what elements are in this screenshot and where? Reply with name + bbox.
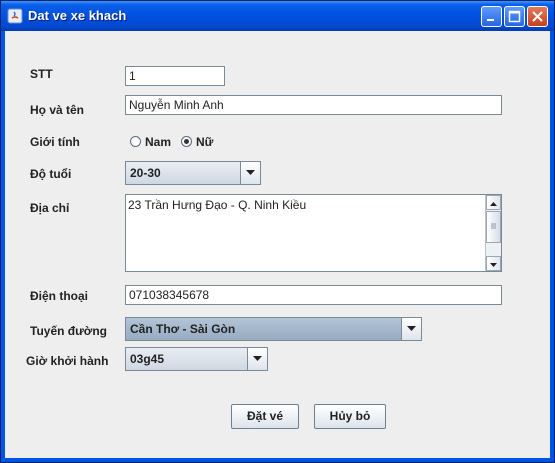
route-selected-value: Cần Thơ - Sài Gòn xyxy=(130,322,236,336)
arrow-down-icon xyxy=(490,263,497,267)
age-label: Độ tuổi xyxy=(30,167,72,181)
close-icon xyxy=(532,11,543,22)
depart-dropdown-button[interactable] xyxy=(247,348,267,370)
window-title: Dat ve xe khach xyxy=(28,8,127,23)
age-dropdown-button[interactable] xyxy=(240,162,260,184)
chevron-down-icon xyxy=(246,170,255,175)
depart-combobox[interactable]: 03g45 xyxy=(125,347,268,371)
chevron-down-icon xyxy=(253,356,262,361)
gender-radio-nam[interactable] xyxy=(130,136,141,147)
grip-icon xyxy=(491,223,496,229)
address-textarea[interactable]: 23 Trần Hưng Đạo - Q. Ninh Kiều xyxy=(125,194,502,272)
maximize-icon xyxy=(508,10,521,23)
stt-field[interactable]: 1 xyxy=(125,66,225,86)
title-bar[interactable]: Dat ve xe khach xyxy=(1,1,554,31)
scroll-thumb[interactable] xyxy=(486,211,501,243)
java-app-icon xyxy=(7,8,23,24)
scroll-down-button[interactable] xyxy=(486,256,501,271)
route-label: Tuyến đường xyxy=(30,324,107,338)
phone-field[interactable]: 071038345678 xyxy=(125,285,502,305)
chevron-down-icon xyxy=(407,326,416,331)
cancel-button[interactable]: Hủy bỏ xyxy=(314,404,386,429)
depart-label: Giờ khởi hành xyxy=(26,354,109,368)
gender-radio-nu[interactable] xyxy=(181,136,192,147)
minimize-button[interactable] xyxy=(481,6,502,27)
close-button[interactable] xyxy=(527,6,548,27)
maximize-button[interactable] xyxy=(504,6,525,27)
address-text: 23 Trần Hưng Đạo - Q. Ninh Kiều xyxy=(128,198,307,212)
depart-selected-value: 03g45 xyxy=(130,352,165,366)
arrow-up-icon xyxy=(490,202,497,206)
route-dropdown-button[interactable] xyxy=(401,318,421,340)
age-combobox[interactable]: 20-30 xyxy=(125,161,261,185)
name-field[interactable]: Nguyễn Minh Anh xyxy=(125,95,502,115)
stt-label: STT xyxy=(30,67,53,81)
gender-option-nam[interactable]: Nam xyxy=(145,135,171,149)
scroll-up-button[interactable] xyxy=(486,195,501,210)
book-button[interactable]: Đặt vé xyxy=(231,404,299,429)
gender-option-nu[interactable]: Nữ xyxy=(196,135,213,149)
age-selected-value: 20-30 xyxy=(130,166,161,180)
app-window: Dat ve xe khach STT 1 Họ và tên Nguyễn M… xyxy=(0,0,555,463)
address-label: Địa chỉ xyxy=(30,201,70,215)
minimize-icon xyxy=(487,19,494,21)
phone-label: Điện thoại xyxy=(30,289,89,303)
gender-label: Giới tính xyxy=(30,135,80,149)
address-scrollbar[interactable] xyxy=(485,195,501,271)
radio-selected-dot xyxy=(184,139,189,144)
form-panel: STT 1 Họ và tên Nguyễn Minh Anh Giới tín… xyxy=(5,31,550,458)
route-combobox[interactable]: Cần Thơ - Sài Gòn xyxy=(125,317,422,341)
name-label: Họ và tên xyxy=(30,103,85,117)
